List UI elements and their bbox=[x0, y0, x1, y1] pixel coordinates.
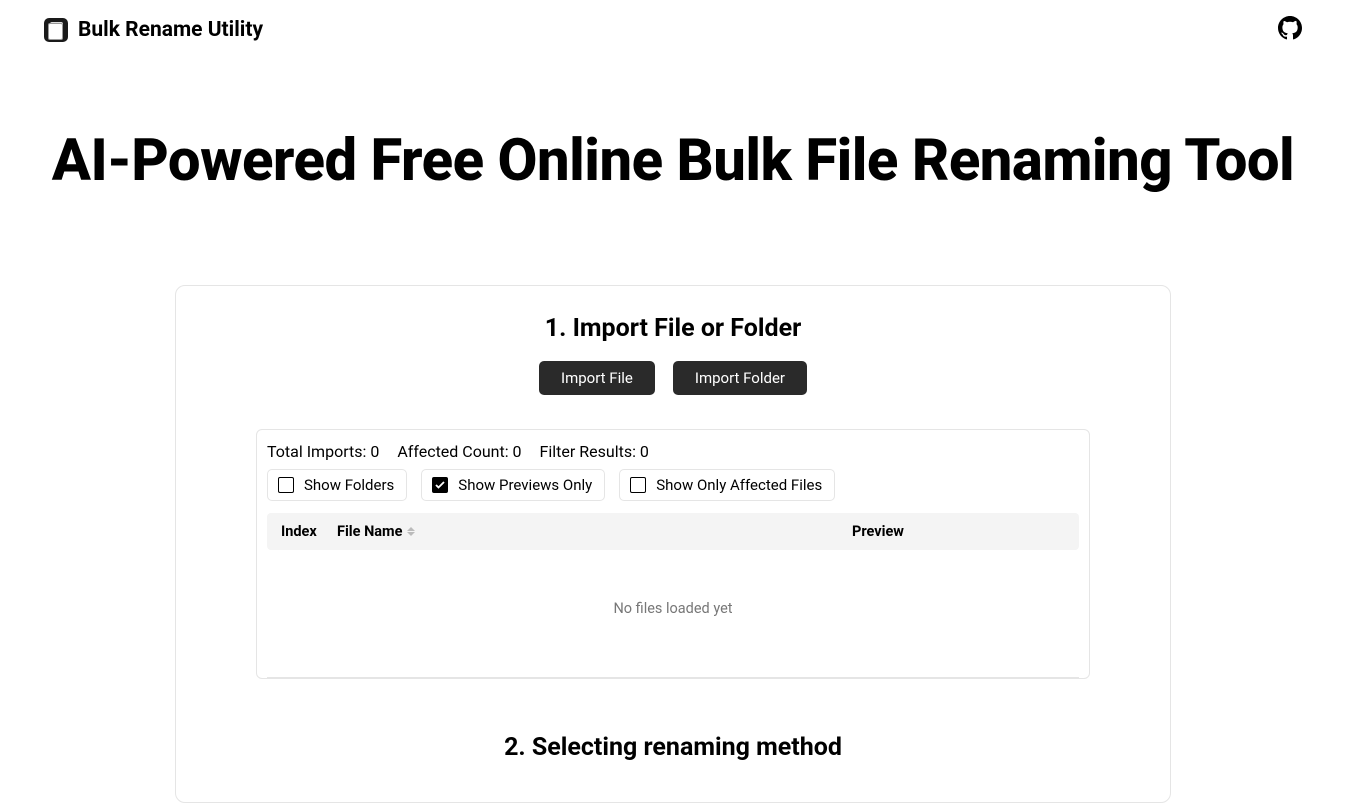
import-buttons: Import File Import Folder bbox=[256, 361, 1090, 395]
show-folders-toggle[interactable]: Show Folders bbox=[267, 469, 407, 501]
app-header: Bulk Rename Utility bbox=[0, 0, 1346, 60]
brand-text: Bulk Rename Utility bbox=[78, 18, 263, 42]
col-filename-header[interactable]: File Name bbox=[337, 523, 550, 540]
stats-row: Total Imports: 0 Affected Count: 0 Filte… bbox=[257, 430, 1089, 469]
github-icon bbox=[1278, 16, 1302, 40]
col-preview-header[interactable]: Preview bbox=[550, 523, 1065, 540]
brand[interactable]: Bulk Rename Utility bbox=[44, 18, 263, 42]
col-index-header[interactable]: Index bbox=[281, 523, 337, 540]
page-title: AI-Powered Free Online Bulk File Renamin… bbox=[33, 128, 1313, 195]
import-file-button[interactable]: Import File bbox=[539, 361, 655, 395]
affected-count-stat: Affected Count: 0 bbox=[397, 442, 521, 461]
filter-checkbox-row: Show Folders Show Previews Only Show Onl… bbox=[257, 469, 1089, 513]
table-empty-state: No files loaded yet bbox=[257, 550, 1089, 677]
section-2-title: 2. Selecting renaming method bbox=[256, 733, 1090, 762]
section-1-title: 1. Import File or Folder bbox=[256, 314, 1090, 343]
github-link[interactable] bbox=[1278, 16, 1302, 44]
app-logo-icon bbox=[44, 18, 68, 42]
show-previews-only-toggle[interactable]: Show Previews Only bbox=[421, 469, 605, 501]
show-only-affected-label: Show Only Affected Files bbox=[656, 476, 822, 494]
main-card: 1. Import File or Folder Import File Imp… bbox=[175, 285, 1171, 803]
show-folders-label: Show Folders bbox=[304, 476, 394, 494]
file-table-container: Total Imports: 0 Affected Count: 0 Filte… bbox=[256, 429, 1090, 679]
checkbox-icon bbox=[432, 477, 448, 493]
show-only-affected-toggle[interactable]: Show Only Affected Files bbox=[619, 469, 835, 501]
total-imports-stat: Total Imports: 0 bbox=[267, 442, 379, 461]
show-previews-only-label: Show Previews Only bbox=[458, 476, 592, 494]
table-header: Index File Name Preview bbox=[267, 513, 1079, 550]
filter-results-stat: Filter Results: 0 bbox=[540, 442, 649, 461]
checkbox-icon bbox=[278, 477, 294, 493]
import-folder-button[interactable]: Import Folder bbox=[673, 361, 807, 395]
table-footer-divider bbox=[267, 677, 1079, 678]
checkbox-icon bbox=[630, 477, 646, 493]
col-filename-label: File Name bbox=[337, 523, 402, 540]
sort-icon bbox=[407, 527, 415, 536]
